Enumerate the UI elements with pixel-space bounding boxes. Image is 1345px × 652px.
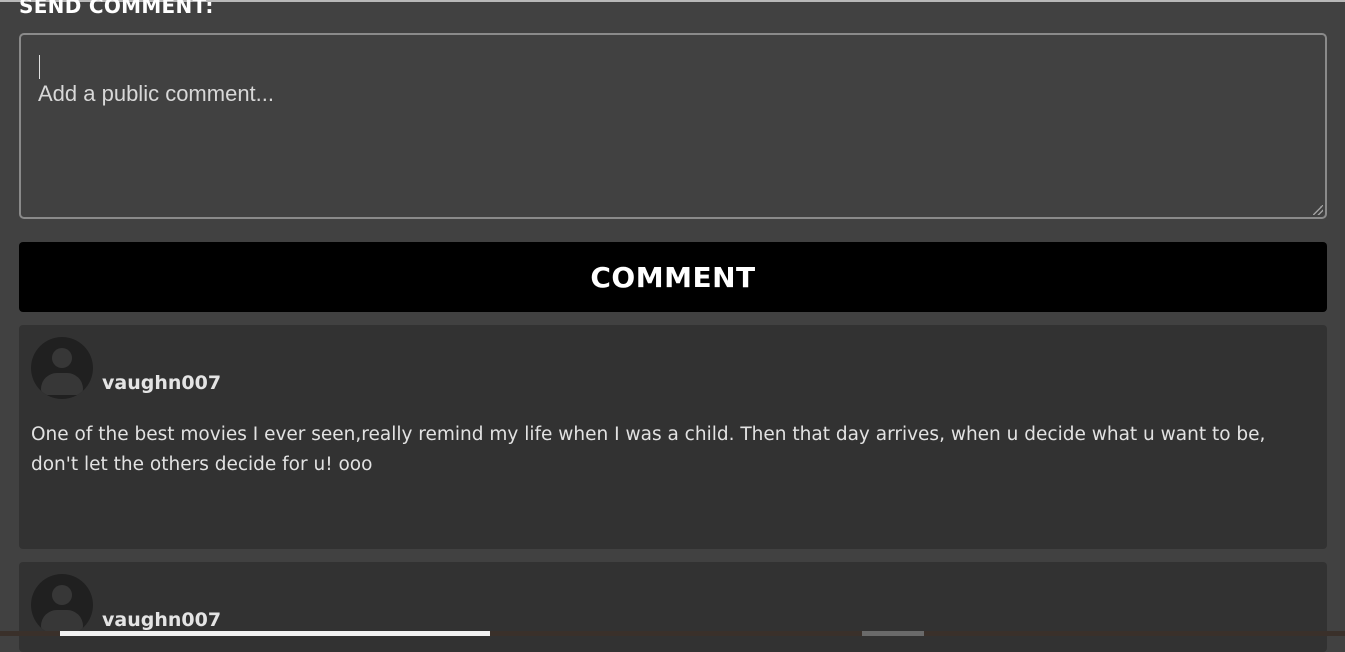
user-avatar-icon[interactable] (31, 574, 93, 636)
comment-placeholder: Add a public comment... (38, 81, 275, 106)
comment-text: One of the best movies I ever seen,reall… (31, 424, 1266, 475)
comment-username[interactable]: vaughn007 (102, 372, 221, 394)
comment-textarea[interactable]: Add a public comment... (19, 33, 1327, 219)
text-caret (39, 55, 40, 79)
comment-card: vaughn007 One of the best movies I ever … (19, 325, 1327, 549)
comment-card: vaughn007 (19, 562, 1327, 652)
user-avatar-icon[interactable] (31, 337, 93, 399)
bottom-edge-strip (0, 631, 1345, 636)
resize-handle-icon[interactable] (1313, 205, 1323, 215)
send-comment-heading: SEND COMMENT: (19, 0, 214, 18)
comment-submit-button[interactable]: COMMENT (19, 242, 1327, 312)
comment-username[interactable]: vaughn007 (102, 609, 221, 631)
